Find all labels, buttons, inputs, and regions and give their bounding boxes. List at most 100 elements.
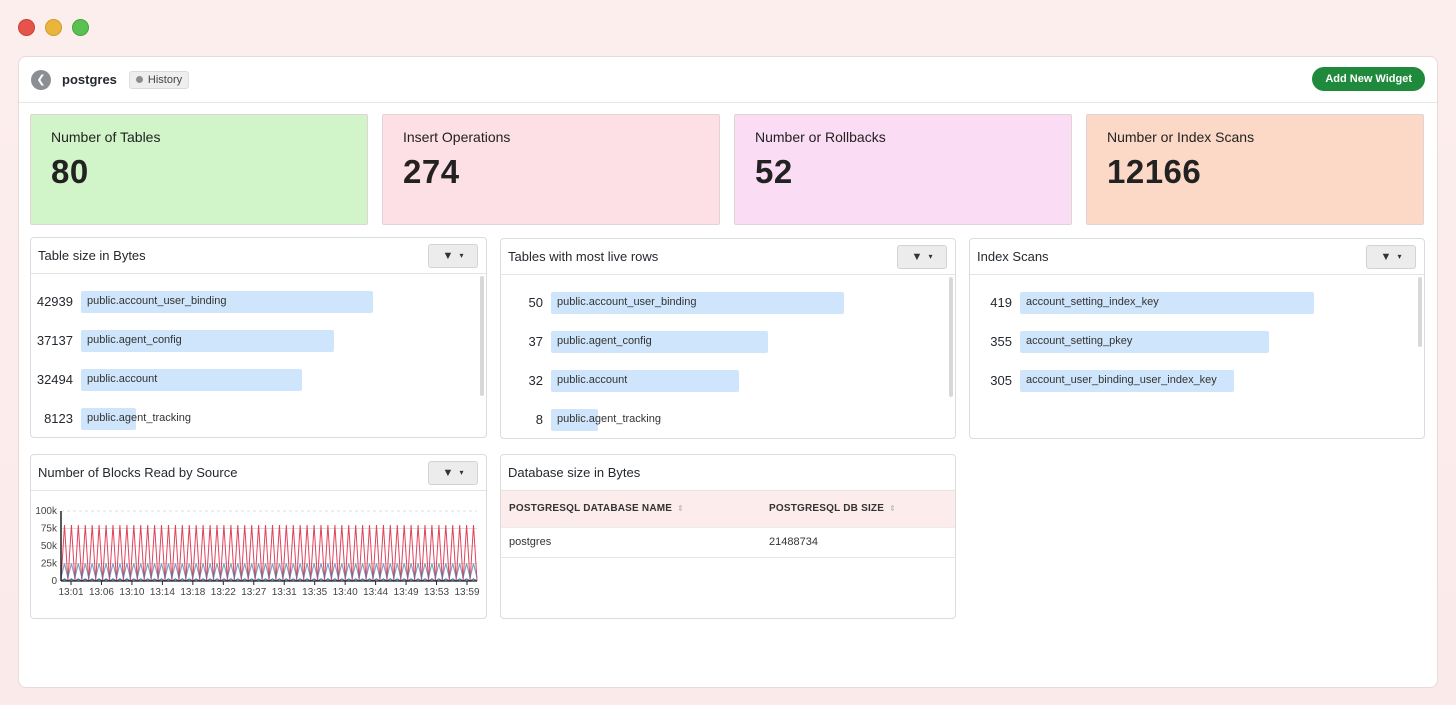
- close-window-button[interactable]: [18, 19, 35, 36]
- caret-down-icon: ▾: [459, 251, 463, 260]
- x-tick-label: 13:27: [241, 587, 266, 598]
- bar-row[interactable]: 355 account_setting_pkey: [970, 322, 1424, 361]
- bar-row[interactable]: 32 public.account: [501, 361, 955, 400]
- bar-row[interactable]: 37137 public.agent_config: [31, 321, 486, 360]
- x-tick-label: 13:18: [180, 587, 205, 598]
- history-label: History: [148, 74, 182, 86]
- bar-value: 8123: [31, 411, 81, 426]
- filter-icon: ▼: [443, 250, 454, 262]
- bar-row[interactable]: 8public.agent_tracking: [501, 400, 955, 439]
- bar-label: public.account_user_binding: [87, 295, 226, 307]
- table-cell: postgres: [501, 527, 761, 557]
- filter-dropdown-button[interactable]: ▼ ▾: [1366, 245, 1416, 269]
- live-rows-panel: Tables with most live rows ▼ ▾ 50public.…: [500, 238, 956, 439]
- bar-row[interactable]: 419account_setting_index_key: [970, 283, 1424, 322]
- bar-row[interactable]: 8123 public.agent_tracking: [31, 399, 486, 438]
- filter-icon: ▼: [1381, 251, 1392, 263]
- stat-card-tables: Number of Tables 80: [30, 114, 368, 225]
- x-tick-label: 13:35: [302, 587, 327, 598]
- database-name: postgres: [62, 72, 117, 87]
- scrollbar[interactable]: [949, 277, 953, 397]
- scrollbar[interactable]: [480, 276, 484, 396]
- maximize-window-button[interactable]: [72, 19, 89, 36]
- bar-label: account_setting_pkey: [1026, 335, 1132, 347]
- caret-down-icon: ▾: [459, 468, 463, 477]
- bar-value: 355: [970, 334, 1020, 349]
- index-scans-panel: Index Scans ▼ ▾ 419account_setting_index…: [969, 238, 1425, 439]
- bar-row[interactable]: 305 account_user_binding_user_index_key: [970, 361, 1424, 400]
- stat-card-rollbacks: Number or Rollbacks 52: [734, 114, 1072, 225]
- stat-value: 80: [51, 153, 347, 191]
- y-tick-label: 50k: [41, 541, 58, 552]
- bar-row[interactable]: 32494public.account: [31, 360, 486, 399]
- scrollbar[interactable]: [1418, 277, 1422, 347]
- stat-label: Number of Tables: [51, 129, 347, 145]
- bar-list: 42939 public.account_user_binding 37137 pub…: [31, 274, 486, 438]
- bar-value: 42939: [31, 294, 81, 309]
- history-badge[interactable]: History: [129, 71, 189, 89]
- top-bar: ❮ postgres History Add New Widget: [19, 57, 1437, 103]
- caret-down-icon: ▾: [1397, 252, 1401, 261]
- blocks-read-panel: Number of Blocks Read by Source ▼ ▾ 025k…: [30, 454, 487, 619]
- bar-label: public.account: [87, 373, 157, 385]
- x-tick-label: 13:31: [272, 587, 297, 598]
- back-icon[interactable]: ❮: [31, 70, 51, 90]
- y-tick-label: 100k: [35, 506, 58, 517]
- x-tick-label: 13:49: [394, 587, 419, 598]
- series-line: [61, 564, 477, 578]
- bar-value: 37137: [31, 333, 81, 348]
- bar-list: 50 public.account_user_binding 37public.ag…: [501, 275, 955, 439]
- window-controls: [18, 19, 89, 36]
- series-line: [61, 525, 477, 581]
- add-new-widget-button[interactable]: Add New Widget: [1312, 67, 1425, 91]
- bar-label: public.agent_tracking: [87, 412, 191, 424]
- bar-row[interactable]: 42939 public.account_user_binding: [31, 282, 486, 321]
- stat-value: 274: [403, 153, 699, 191]
- column-header-db-name[interactable]: POSTGRESQL DATABASE NAME⇕: [501, 491, 761, 527]
- x-tick-label: 13:53: [424, 587, 449, 598]
- bar-row[interactable]: 37public.agent_config: [501, 322, 955, 361]
- db-size-panel: Database size in Bytes POSTGRESQL DATABA…: [500, 454, 956, 619]
- bar-value: 50: [501, 295, 551, 310]
- bar-label: account_user_binding_user_index_key: [1026, 374, 1217, 386]
- table-row: postgres 21488734: [501, 527, 955, 557]
- x-tick-label: 13:59: [454, 587, 479, 598]
- bar-value: 32: [501, 373, 551, 388]
- x-tick-label: 13:40: [333, 587, 358, 598]
- bar-label: public.agent_config: [87, 334, 182, 346]
- bar-label: public.agent_config: [557, 335, 652, 347]
- filter-icon: ▼: [443, 467, 454, 479]
- bar-label: account_setting_index_key: [1026, 296, 1159, 308]
- db-size-table: POSTGRESQL DATABASE NAME⇕ POSTGRESQL DB …: [501, 491, 955, 558]
- sort-icon[interactable]: ⇕: [889, 504, 896, 513]
- panel-title: Database size in Bytes: [508, 465, 640, 480]
- stat-value: 12166: [1107, 153, 1403, 191]
- minimize-window-button[interactable]: [45, 19, 62, 36]
- status-dot-icon: [136, 76, 143, 83]
- panel-title: Index Scans: [977, 249, 1049, 264]
- column-header-db-size[interactable]: POSTGRESQL DB SIZE⇕: [761, 491, 955, 527]
- filter-dropdown-button[interactable]: ▼ ▾: [428, 461, 478, 485]
- x-tick-label: 13:06: [89, 587, 114, 598]
- y-tick-label: 75k: [41, 524, 58, 535]
- panel-title: Table size in Bytes: [38, 248, 146, 263]
- y-tick-label: 25k: [41, 559, 58, 570]
- bar-value: 305: [970, 373, 1020, 388]
- dashboard-window: ❮ postgres History Add New Widget Number…: [18, 56, 1438, 688]
- filter-dropdown-button[interactable]: ▼ ▾: [897, 245, 947, 269]
- table-cell: 21488734: [761, 527, 955, 557]
- panel-title: Number of Blocks Read by Source: [38, 465, 237, 480]
- bar-label: public.account: [557, 374, 627, 386]
- x-tick-label: 13:10: [119, 587, 144, 598]
- x-tick-label: 13:01: [58, 587, 83, 598]
- caret-down-icon: ▾: [928, 252, 932, 261]
- stat-value: 52: [755, 153, 1051, 191]
- stat-label: Number or Rollbacks: [755, 129, 1051, 145]
- bar-label: public.account_user_binding: [557, 296, 696, 308]
- x-tick-label: 13:22: [211, 587, 236, 598]
- filter-dropdown-button[interactable]: ▼ ▾: [428, 244, 478, 268]
- stat-card-inserts: Insert Operations 274: [382, 114, 720, 225]
- x-tick-label: 13:44: [363, 587, 388, 598]
- sort-icon[interactable]: ⇕: [677, 504, 684, 513]
- bar-row[interactable]: 50 public.account_user_binding: [501, 283, 955, 322]
